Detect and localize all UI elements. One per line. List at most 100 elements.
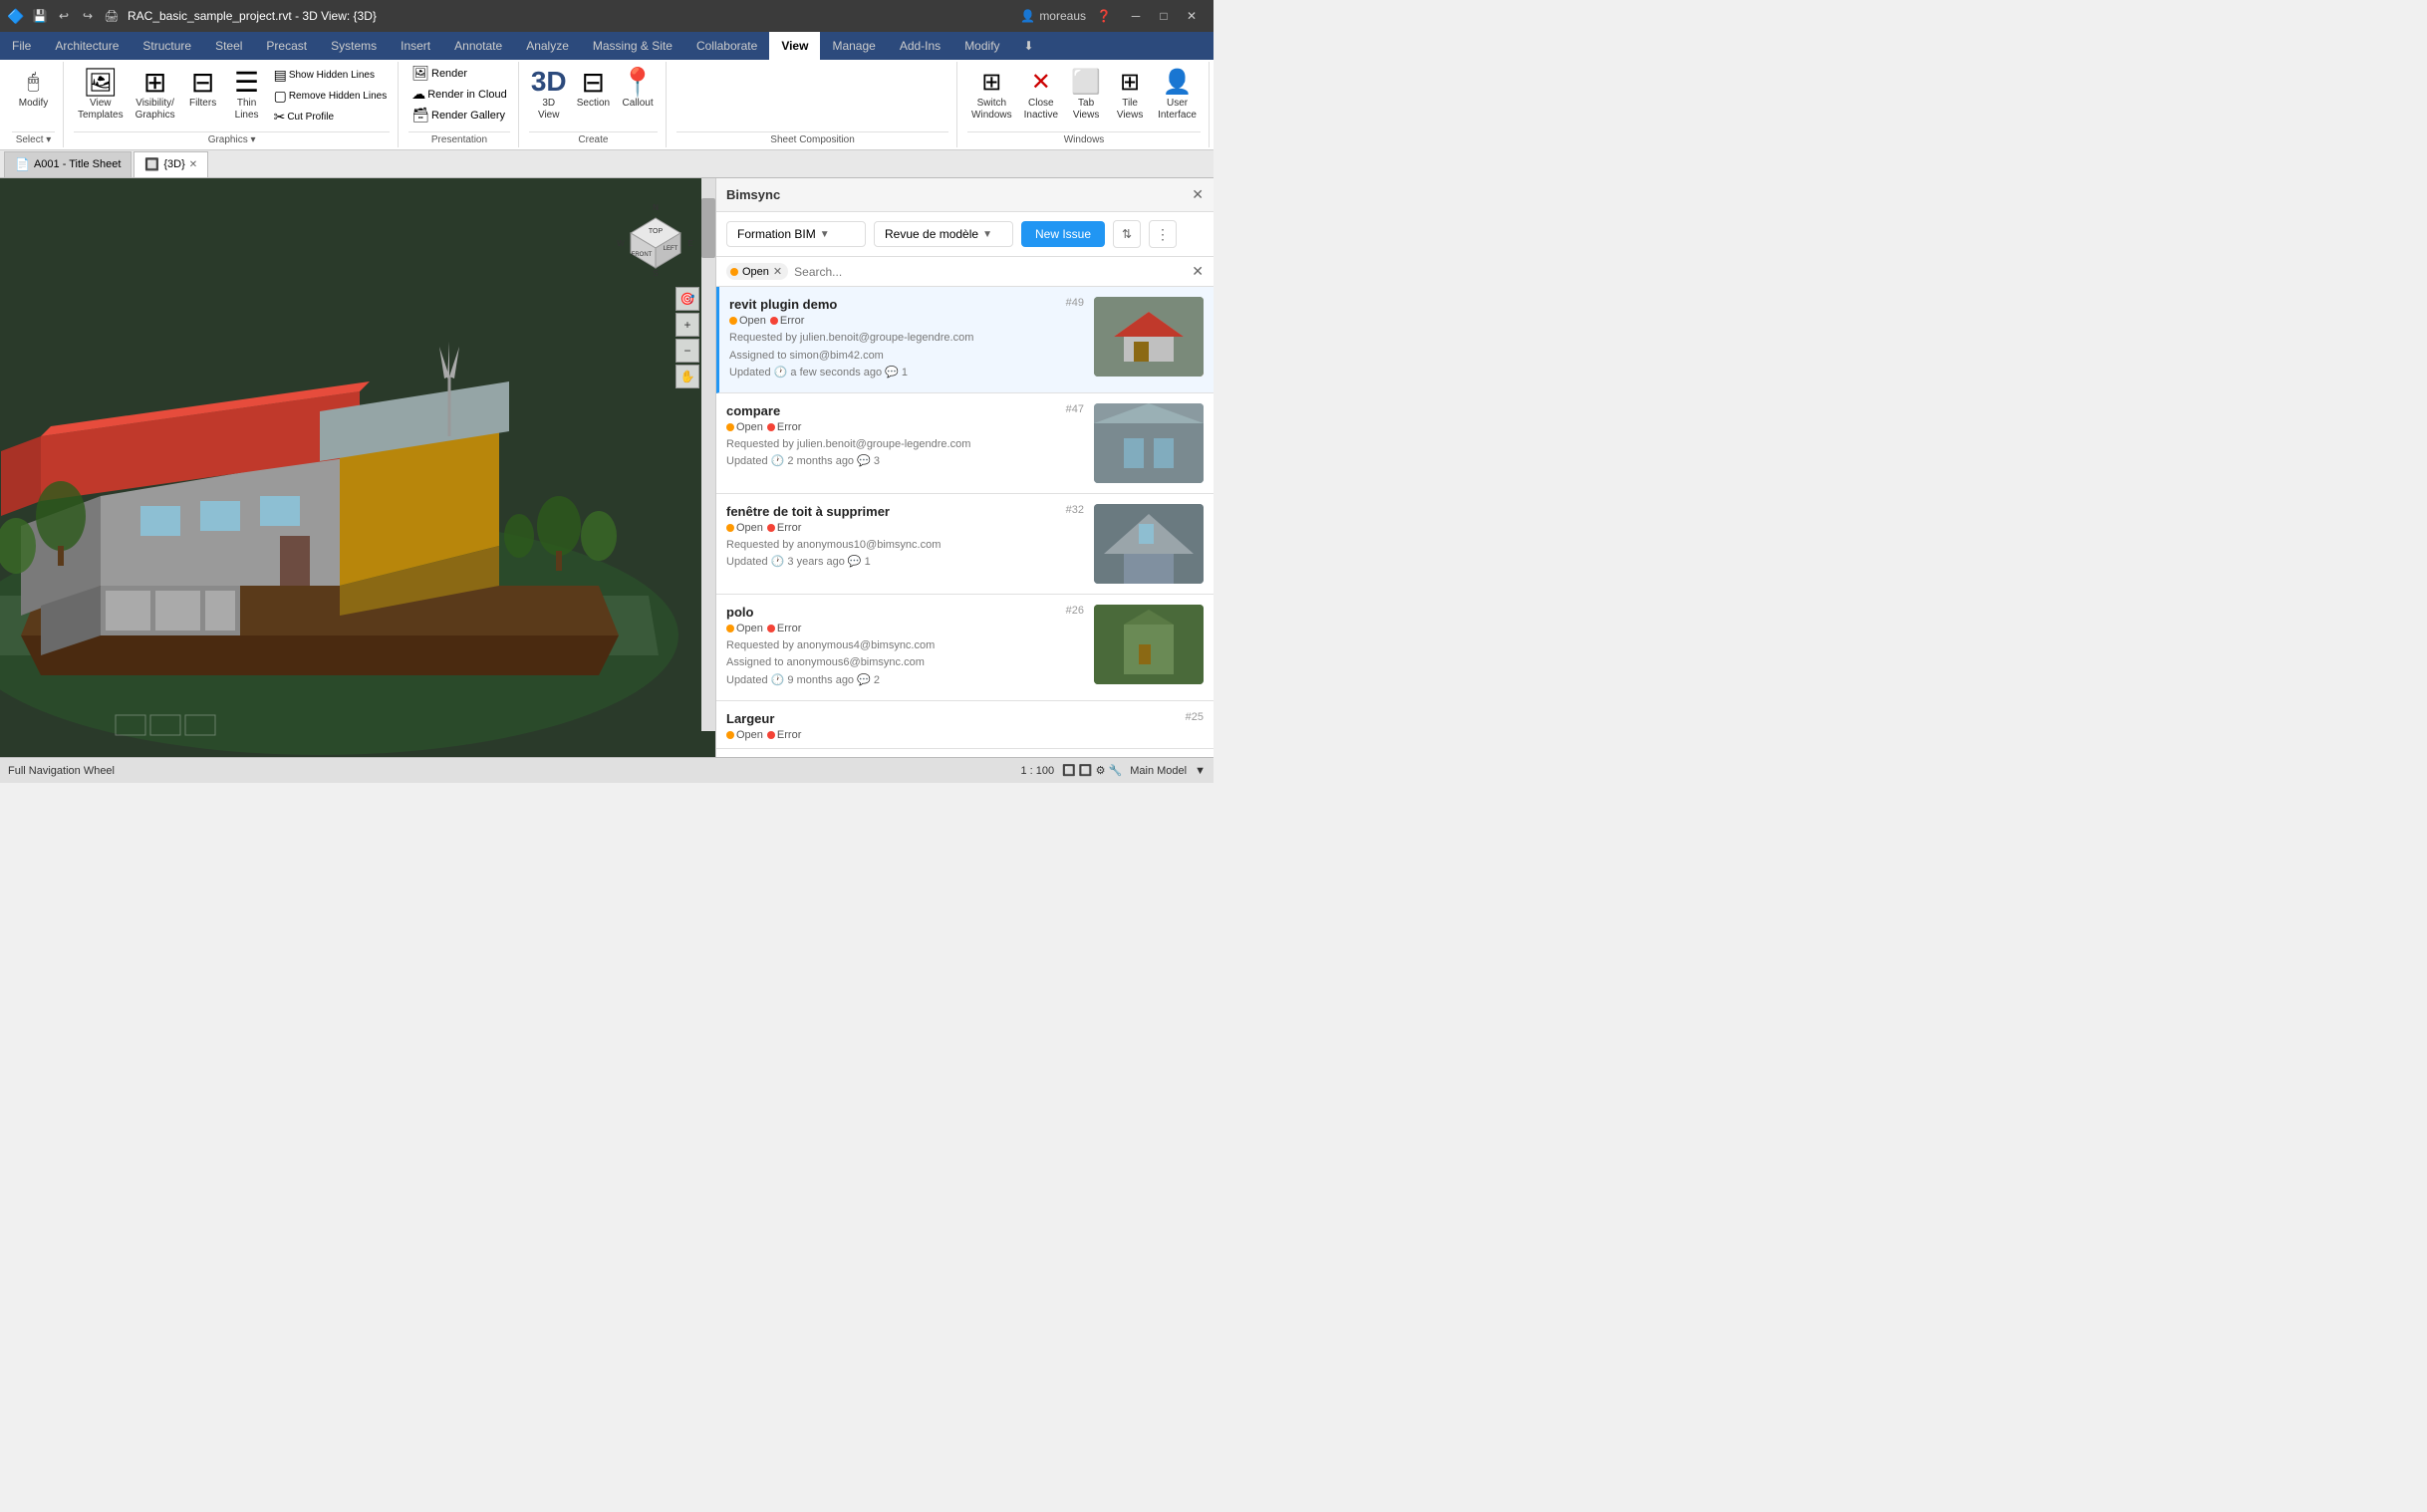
tab-modify[interactable]: Modify bbox=[952, 32, 1011, 60]
close-button[interactable]: ✕ bbox=[1178, 2, 1206, 30]
issue-49-error-label: Error bbox=[780, 315, 804, 327]
sort-button[interactable]: ⇅ bbox=[1113, 220, 1141, 248]
view-tabs: 📄 A001 - Title Sheet 🔲 {3D} ✕ bbox=[0, 150, 1214, 178]
open-filter-label: Open bbox=[742, 266, 769, 278]
save-icon[interactable]: 💾 bbox=[30, 6, 50, 26]
tab-collaborate[interactable]: Collaborate bbox=[684, 32, 769, 60]
remove-hidden-lines-button[interactable]: ▢ Remove Hidden Lines bbox=[271, 87, 391, 106]
section-button[interactable]: ⊟ Section bbox=[573, 64, 614, 112]
tab-file[interactable]: File bbox=[0, 32, 43, 60]
nav-wheel-label: Full Navigation Wheel bbox=[8, 765, 115, 777]
switch-windows-icon: ⊞ bbox=[975, 66, 1007, 98]
zoom-fit-button[interactable]: 🎯 bbox=[675, 287, 699, 311]
issue-26-badges: Open Error bbox=[726, 623, 1084, 634]
tab-precast[interactable]: Precast bbox=[254, 32, 319, 60]
close-inactive-button[interactable]: ✕ CloseInactive bbox=[1020, 64, 1062, 124]
thin-lines-label: ThinLines bbox=[235, 98, 259, 122]
issue-49-assigned-to: Assigned to simon@bim42.com bbox=[729, 348, 1084, 366]
tab-views-button[interactable]: ⬜ TabViews bbox=[1066, 64, 1106, 124]
filters-icon: ⊟ bbox=[187, 66, 219, 98]
issue-item-47[interactable]: compare #47 Open Error bbox=[716, 393, 1214, 494]
callout-button[interactable]: 📍 Callout bbox=[618, 64, 658, 112]
view-templates-button[interactable]: 🖼 ViewTemplates bbox=[74, 64, 128, 124]
3d-tab-close[interactable]: ✕ bbox=[189, 159, 197, 170]
render-button[interactable]: 🖼 Render bbox=[408, 64, 510, 83]
issue-47-badges: Open Error bbox=[726, 421, 1084, 433]
ribbon-group-graphics: 🖼 ViewTemplates ⊞ Visibility/Graphics ⊟ … bbox=[66, 62, 399, 147]
svg-text:W: W bbox=[617, 239, 625, 248]
tab-structure[interactable]: Structure bbox=[131, 32, 203, 60]
issue-item-25[interactable]: Largeur #25 Open Error bbox=[716, 701, 1214, 749]
remove-hidden-lines-icon: ▢ bbox=[274, 88, 287, 105]
issue-49-thumbnail bbox=[1094, 297, 1204, 377]
ribbon-group-select: 🖱 Modify Select ▾ bbox=[4, 62, 64, 147]
tab-manage[interactable]: Manage bbox=[820, 32, 887, 60]
filters-button[interactable]: ⊟ Filters bbox=[183, 64, 223, 112]
view-cube[interactable]: TOP FRONT LEFT N S W E bbox=[616, 198, 695, 278]
3d-view-button[interactable]: 3D 3DView bbox=[529, 64, 569, 124]
tab-title-sheet[interactable]: 📄 A001 - Title Sheet bbox=[4, 151, 132, 177]
issue-26-assigned-to: Assigned to anonymous6@bimsync.com bbox=[726, 654, 1084, 672]
modify-button[interactable]: 🖱 Modify bbox=[14, 64, 54, 112]
issue-47-meta: Requested by julien.benoit@groupe-legend… bbox=[726, 436, 1084, 471]
render-gallery-button[interactable]: 🗃 Render Gallery bbox=[408, 106, 510, 125]
svg-text:TOP: TOP bbox=[649, 228, 664, 235]
visibility-graphics-icon: ⊞ bbox=[139, 66, 171, 98]
issue-item-26[interactable]: polo #26 Open Error Re bbox=[716, 595, 1214, 701]
print-icon[interactable]: 🖨 bbox=[102, 6, 122, 26]
show-hidden-lines-button[interactable]: ▤ Show Hidden Lines bbox=[271, 66, 391, 85]
presentation-items: 🖼 Render ☁ Render in Cloud 🗃 Render Gall… bbox=[408, 64, 510, 129]
title-sheet-label: A001 - Title Sheet bbox=[34, 158, 121, 170]
issue-49-error-badge: Error bbox=[770, 315, 804, 327]
issues-list: revit plugin demo #49 Open Error bbox=[716, 287, 1214, 757]
bimsync-close-button[interactable]: ✕ bbox=[1192, 186, 1204, 203]
help-icon[interactable]: ❓ bbox=[1094, 6, 1114, 26]
visibility-graphics-label: Visibility/Graphics bbox=[135, 98, 175, 122]
maximize-button[interactable]: □ bbox=[1150, 2, 1178, 30]
tab-view[interactable]: View bbox=[769, 32, 820, 60]
cut-profile-button[interactable]: ✂ Cut Profile bbox=[271, 108, 391, 126]
user-interface-button[interactable]: 👤 UserInterface bbox=[1154, 64, 1201, 124]
user-info[interactable]: 👤 moreaus bbox=[1020, 9, 1086, 23]
zoom-in-button[interactable]: + bbox=[675, 313, 699, 337]
issue-26-requested-by: Requested by anonymous4@bimsync.com bbox=[726, 637, 1084, 655]
tab-annotate[interactable]: Annotate bbox=[442, 32, 514, 60]
filters-label: Filters bbox=[189, 98, 216, 110]
search-clear-button[interactable]: ✕ bbox=[1192, 263, 1204, 280]
review-type-dropdown[interactable]: Revue de modèle ▼ bbox=[874, 221, 1013, 247]
issue-item-32[interactable]: fenêtre de toit à supprimer #32 Open Err… bbox=[716, 494, 1214, 595]
bimsync-panel: Bimsync ✕ Formation BIM ▼ Revue de modèl… bbox=[715, 178, 1214, 757]
thin-lines-button[interactable]: ☰ ThinLines bbox=[227, 64, 267, 124]
project-dropdown[interactable]: Formation BIM ▼ bbox=[726, 221, 866, 247]
zoom-out-button[interactable]: − bbox=[675, 339, 699, 363]
new-issue-button[interactable]: New Issue bbox=[1021, 221, 1105, 247]
tab-steel[interactable]: Steel bbox=[203, 32, 254, 60]
undo-icon[interactable]: ↩ bbox=[54, 6, 74, 26]
issue-49-title: revit plugin demo bbox=[729, 297, 837, 312]
visibility-graphics-button[interactable]: ⊞ Visibility/Graphics bbox=[132, 64, 179, 124]
viewport-scrollbar[interactable] bbox=[701, 178, 715, 731]
more-options-button[interactable]: ⋮ bbox=[1149, 220, 1177, 248]
viewport[interactable]: TOP FRONT LEFT N S W E 🎯 + − ✋ bbox=[0, 178, 715, 757]
pan-button[interactable]: ✋ bbox=[675, 365, 699, 388]
svg-text:S: S bbox=[653, 269, 658, 278]
issue-item-49[interactable]: revit plugin demo #49 Open Error bbox=[716, 287, 1214, 393]
search-input[interactable] bbox=[794, 265, 1186, 279]
switch-windows-button[interactable]: ⊞ SwitchWindows bbox=[967, 64, 1016, 124]
minimize-button[interactable]: ─ bbox=[1122, 2, 1150, 30]
title-bar: 🔷 💾 ↩ ↪ 🖨 RAC_basic_sample_project.rvt -… bbox=[0, 0, 1214, 32]
render-cloud-button[interactable]: ☁ Render in Cloud bbox=[408, 85, 510, 104]
tab-more[interactable]: ⬇ bbox=[1012, 32, 1046, 60]
tab-architecture[interactable]: Architecture bbox=[43, 32, 131, 60]
tab-insert[interactable]: Insert bbox=[389, 32, 442, 60]
issue-26-meta: Requested by anonymous4@bimsync.com Assi… bbox=[726, 637, 1084, 690]
tab-3d[interactable]: 🔲 {3D} ✕ bbox=[134, 151, 208, 177]
tab-systems[interactable]: Systems bbox=[319, 32, 389, 60]
filter-tag-close[interactable]: ✕ bbox=[773, 265, 782, 278]
modify-label: Modify bbox=[19, 98, 48, 110]
tab-addins[interactable]: Add-Ins bbox=[888, 32, 952, 60]
redo-icon[interactable]: ↪ bbox=[78, 6, 98, 26]
tab-massing[interactable]: Massing & Site bbox=[581, 32, 684, 60]
tile-views-button[interactable]: ⊞ TileViews bbox=[1110, 64, 1150, 124]
tab-analyze[interactable]: Analyze bbox=[514, 32, 581, 60]
